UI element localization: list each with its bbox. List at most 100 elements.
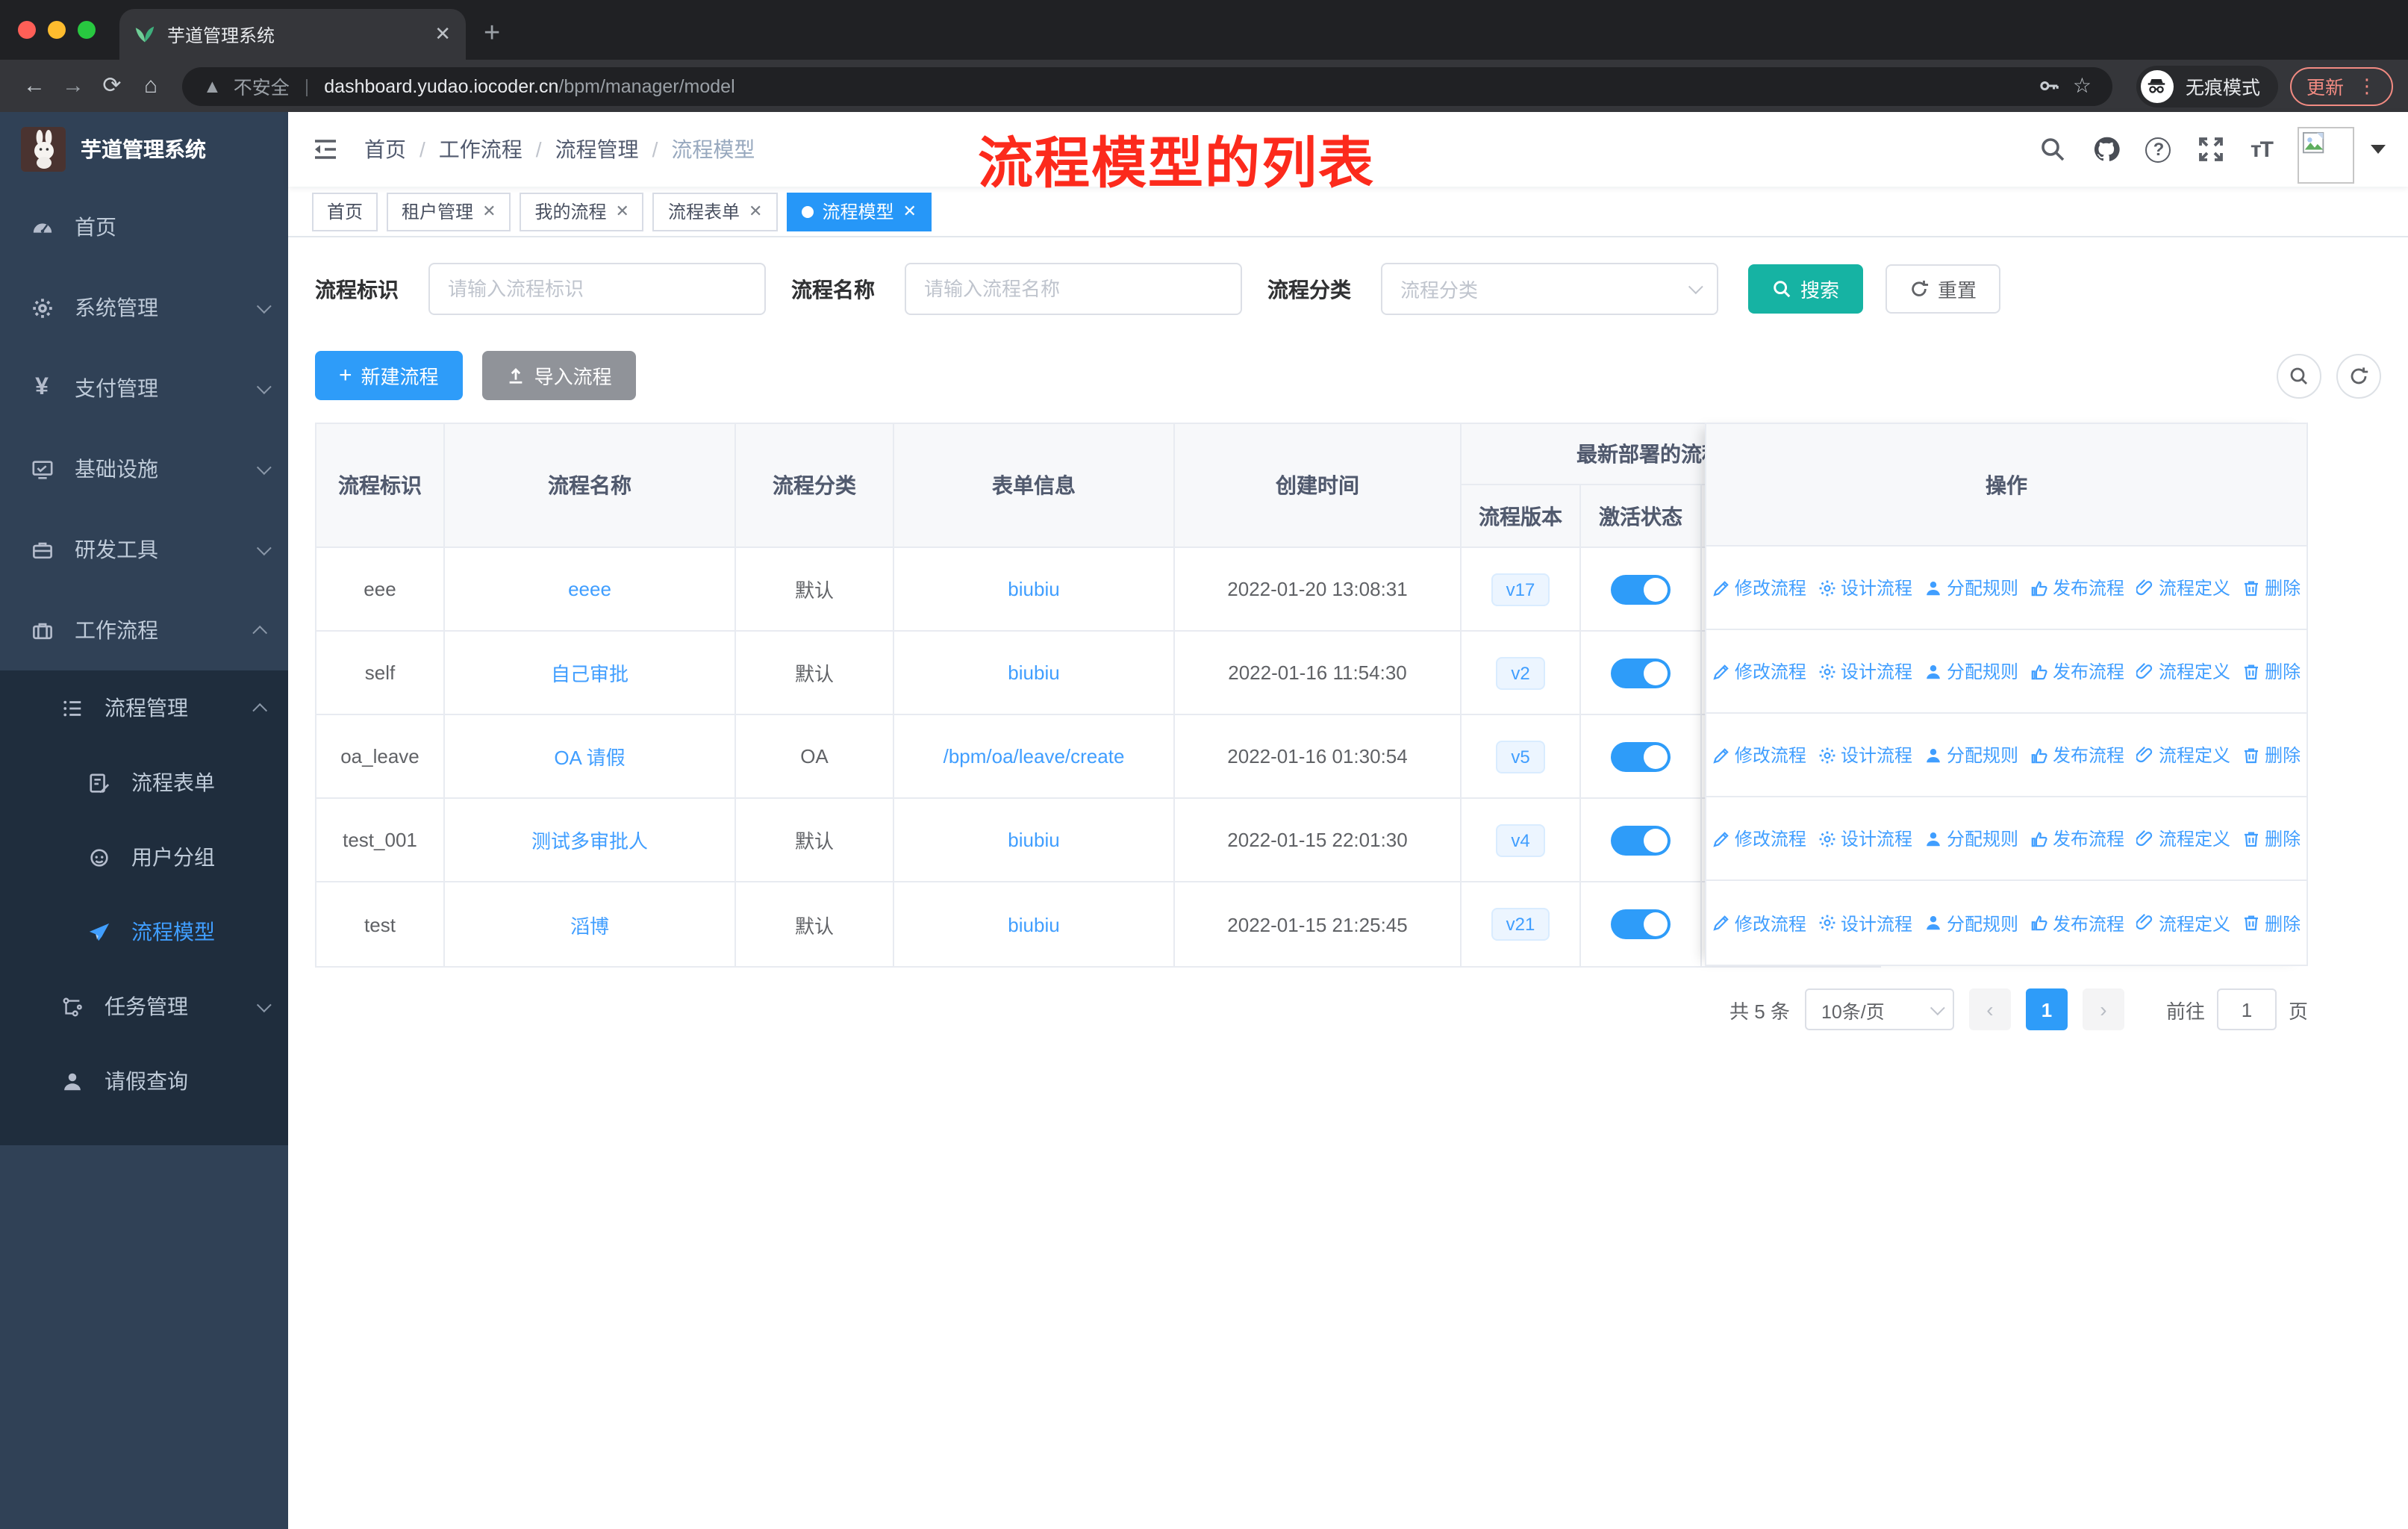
sidebar-item-流程管理[interactable]: 流程管理 [0,670,288,745]
font-size-icon[interactable]: ᴛT [2251,137,2274,162]
help-icon[interactable]: ? [2145,137,2171,162]
sidebar-item-请假查询[interactable]: 请假查询 [0,1044,288,1118]
form-info-link[interactable]: biubiu [1008,661,1059,684]
active-toggle[interactable] [1611,658,1671,688]
current-page-button[interactable]: 1 [2025,988,2068,1030]
user-avatar[interactable] [2298,127,2354,184]
process-name-link[interactable]: eeee [568,578,611,600]
reload-icon[interactable]: ⟳ [93,75,131,97]
filter-key-input[interactable] [428,263,766,315]
url-text[interactable]: dashboard.yudao.iocoder.cn/bpm/manager/m… [324,75,734,96]
url-bar[interactable]: ▲ 不安全 | dashboard.yudao.iocoder.cn/bpm/m… [182,66,2112,105]
form-info-link[interactable]: biubiu [1008,578,1059,600]
version-tag[interactable]: v4 [1496,823,1545,856]
action-修改流程[interactable]: 修改流程 [1712,742,1806,767]
sidebar-item-流程模型[interactable]: 流程模型 [0,894,288,969]
tag-首页[interactable]: 首页 [312,192,378,231]
version-tag[interactable]: v17 [1491,573,1550,605]
home-icon[interactable]: ⌂ [131,75,170,97]
action-发布流程[interactable]: 发布流程 [2030,575,2124,600]
active-toggle[interactable] [1611,574,1671,604]
version-tag[interactable]: v21 [1491,908,1550,941]
tab-close-icon[interactable]: ✕ [434,22,451,46]
back-icon[interactable]: ← [15,75,54,97]
sidebar-item-首页[interactable]: 首页 [0,187,288,267]
browser-menu-icon[interactable]: ⋮ [2357,74,2377,98]
forward-icon[interactable]: → [54,75,93,97]
tag-close-icon[interactable]: ✕ [616,202,629,221]
fullscreen-icon[interactable] [2197,135,2225,164]
action-设计流程[interactable]: 设计流程 [1818,742,1912,767]
search-button[interactable]: 搜索 [1748,264,1864,314]
action-删除[interactable]: 删除 [2242,826,2301,851]
action-分配规则[interactable]: 分配规则 [1924,575,2018,600]
action-发布流程[interactable]: 发布流程 [2030,910,2124,935]
active-toggle[interactable] [1611,741,1671,771]
maximize-window-button[interactable] [78,21,96,39]
action-设计流程[interactable]: 设计流程 [1818,575,1912,600]
action-分配规则[interactable]: 分配规则 [1924,658,2018,684]
tag-close-icon[interactable]: ✕ [902,202,916,221]
action-修改流程[interactable]: 修改流程 [1712,910,1806,935]
avatar-caret-icon[interactable] [2371,145,2386,154]
action-删除[interactable]: 删除 [2242,910,2301,935]
action-设计流程[interactable]: 设计流程 [1818,826,1912,851]
bookmark-star-icon[interactable]: ☆ [2073,73,2092,99]
action-流程定义[interactable]: 流程定义 [2136,826,2230,851]
github-icon[interactable] [2092,135,2121,164]
create-process-button[interactable]: + 新建流程 [315,351,463,400]
breadcrumb-home[interactable]: 首页 [364,134,406,164]
prev-page-button[interactable]: ‹ [1968,988,2011,1030]
search-icon[interactable] [2039,135,2067,164]
breadcrumb-workflow[interactable]: 工作流程 [439,134,523,164]
sidebar-item-工作流程[interactable]: 工作流程 [0,590,288,670]
toggle-search-button[interactable] [2277,353,2321,398]
security-label[interactable]: 不安全 [234,72,290,100]
browser-update-button[interactable]: 更新 ⋮ [2289,66,2393,105]
action-设计流程[interactable]: 设计流程 [1818,910,1912,935]
action-修改流程[interactable]: 修改流程 [1712,658,1806,684]
action-流程定义[interactable]: 流程定义 [2136,575,2230,600]
tag-close-icon[interactable]: ✕ [749,202,762,221]
new-tab-button[interactable]: + [484,18,500,51]
action-发布流程[interactable]: 发布流程 [2030,742,2124,767]
version-tag[interactable]: v2 [1496,656,1545,689]
action-发布流程[interactable]: 发布流程 [2030,658,2124,684]
sidebar-item-系统管理[interactable]: 系统管理 [0,267,288,348]
goto-page-input[interactable] [2216,988,2277,1030]
sidebar-item-基础设施[interactable]: 基础设施 [0,429,288,509]
filter-name-input[interactable] [905,263,1242,315]
process-name-link[interactable]: 测试多审批人 [531,826,648,854]
process-name-link[interactable]: OA 请假 [554,742,625,770]
form-info-link[interactable]: biubiu [1008,913,1059,935]
sidebar-item-用户分组[interactable]: 用户分组 [0,820,288,894]
process-name-link[interactable]: 自己审批 [551,658,628,687]
action-流程定义[interactable]: 流程定义 [2136,910,2230,935]
action-分配规则[interactable]: 分配规则 [1924,742,2018,767]
next-page-button[interactable]: › [2082,988,2124,1030]
tag-我的流程[interactable]: 我的流程 ✕ [520,192,644,231]
active-toggle[interactable] [1611,825,1671,855]
action-发布流程[interactable]: 发布流程 [2030,826,2124,851]
action-删除[interactable]: 删除 [2242,742,2301,767]
action-流程定义[interactable]: 流程定义 [2136,742,2230,767]
sidebar-item-任务管理[interactable]: 任务管理 [0,969,288,1044]
sidebar-item-支付管理[interactable]: ¥ 支付管理 [0,348,288,429]
reset-button[interactable]: 重置 [1885,264,2001,314]
tag-租户管理[interactable]: 租户管理 ✕ [387,192,511,231]
refresh-button[interactable] [2336,353,2381,398]
tag-流程模型[interactable]: 流程模型 ✕ [786,192,932,231]
action-设计流程[interactable]: 设计流程 [1818,658,1912,684]
minimize-window-button[interactable] [48,21,66,39]
process-name-link[interactable]: 滔博 [570,910,609,938]
action-删除[interactable]: 删除 [2242,658,2301,684]
form-info-link[interactable]: biubiu [1008,829,1059,851]
filter-category-select[interactable]: 流程分类 [1381,263,1718,315]
form-info-link[interactable]: /bpm/oa/leave/create [943,745,1125,767]
action-分配规则[interactable]: 分配规则 [1924,910,2018,935]
action-流程定义[interactable]: 流程定义 [2136,658,2230,684]
browser-tab[interactable]: 芋道管理系统 ✕ [119,9,466,60]
breadcrumb-process-mgmt[interactable]: 流程管理 [555,134,639,164]
version-tag[interactable]: v5 [1496,740,1545,773]
tag-流程表单[interactable]: 流程表单 ✕ [652,192,778,231]
